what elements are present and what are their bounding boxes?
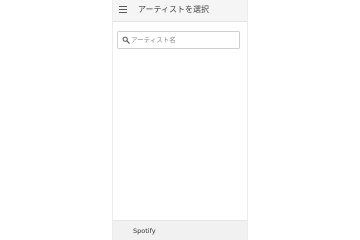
page-title: アーティストを選択 [138, 5, 210, 14]
app-bar: アーティストを選択 [113, 0, 247, 22]
search-field[interactable] [117, 31, 240, 49]
menu-button[interactable] [116, 3, 130, 17]
search-icon [122, 36, 130, 44]
search-input[interactable] [131, 34, 236, 46]
main-content [113, 22, 247, 220]
screen: アーティストを選択 Spotify [0, 0, 360, 240]
footer-service-label[interactable]: Spotify [133, 227, 156, 235]
footer-bar: Spotify [113, 220, 247, 240]
hamburger-menu-icon [119, 6, 127, 7]
app-window: アーティストを選択 Spotify [113, 0, 247, 240]
